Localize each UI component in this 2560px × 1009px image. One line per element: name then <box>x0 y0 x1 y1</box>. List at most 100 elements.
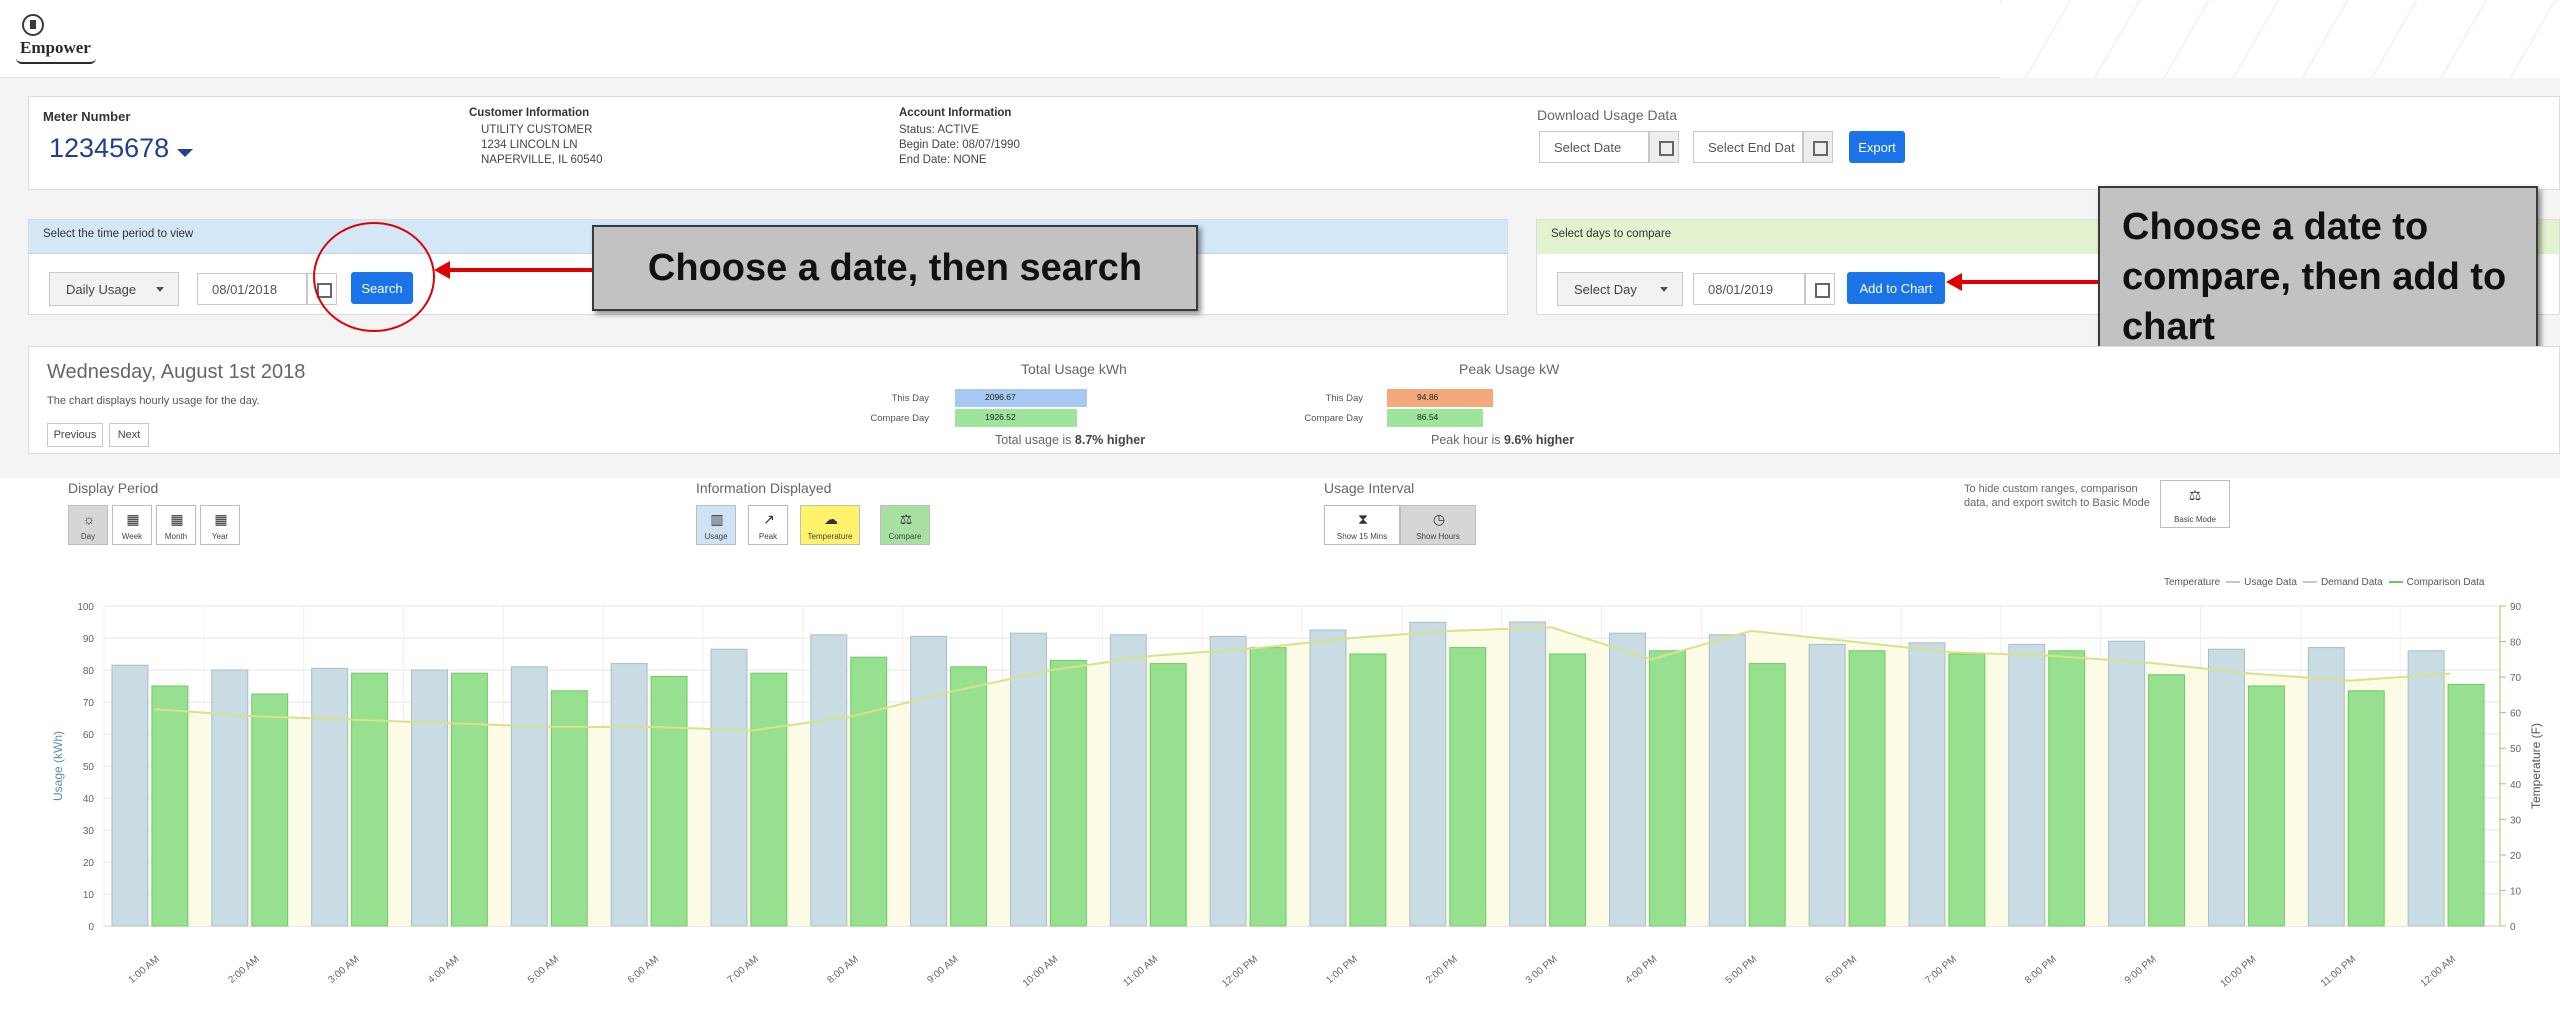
info-temperature-button[interactable]: ☁ Temperature <box>800 505 860 545</box>
period-day-label: Day <box>80 532 96 541</box>
display-period-title: Display Period <box>68 480 159 496</box>
period-day-button[interactable]: ☼ Day <box>68 505 108 545</box>
info-peak-button[interactable]: ↗ Peak <box>748 505 788 545</box>
total-this-day-value: 2096.67 <box>985 392 1016 402</box>
legend-usage: Usage Data <box>2244 577 2297 588</box>
meter-selector[interactable]: 12345678 <box>49 133 194 164</box>
account-end-date: End Date: NONE <box>899 154 987 166</box>
download-start-date-input[interactable]: Select Date <box>1539 131 1649 163</box>
information-displayed-title: Information Displayed <box>696 480 832 496</box>
summary-panel: Wednesday, August 1st 2018 The chart dis… <box>28 346 2560 454</box>
x-tick-label: 7:00 AM <box>726 954 761 986</box>
hourglass-icon: ⧗ <box>1358 511 1368 527</box>
total-note-prefix: Total usage is <box>995 433 1075 447</box>
total-usage-title: Total Usage kWh <box>1021 361 1127 377</box>
legend-demand: Demand Data <box>2320 577 2383 588</box>
x-tick-label: 5:00 AM <box>526 954 561 986</box>
calendar-icon[interactable] <box>1649 131 1679 163</box>
account-begin-date: Begin Date: 08/07/1990 <box>899 139 1020 151</box>
total-usage-note: Total usage is 8.7% higher <box>995 433 1145 447</box>
comparison-bar <box>251 693 289 927</box>
peak-this-day-label: This Day <box>1325 393 1363 404</box>
usage-bar <box>2407 650 2445 927</box>
comparison-bar <box>1449 647 1487 927</box>
calendar-month-icon: ▦ <box>170 511 184 527</box>
previous-button[interactable]: Previous <box>47 423 103 447</box>
y2-tick-label: 20 <box>2510 851 2522 862</box>
usage-bar <box>1409 621 1447 927</box>
comparison-bar <box>850 656 888 927</box>
search-callout: Choose a date, then search <box>592 225 1198 311</box>
interval-15min-label: Show 15 Mins <box>1336 532 1388 541</box>
period-year-button[interactable]: ▦ Year <box>200 505 240 545</box>
comparison-bar <box>1648 650 1686 927</box>
caret-down-icon <box>177 148 194 157</box>
search-highlight-circle <box>313 222 435 332</box>
line-chart-icon: ↗ <box>763 511 775 527</box>
period-month-button[interactable]: ▦ Month <box>156 505 196 545</box>
legend-usage-swatch <box>2226 581 2241 584</box>
period-week-button[interactable]: ▦ Week <box>112 505 152 545</box>
compare-date-input[interactable]: 08/01/2019 <box>1693 273 1805 305</box>
comparison-bar <box>1349 653 1387 927</box>
legend-compare-swatch <box>2388 581 2403 584</box>
info-compare-button[interactable]: ⚖ Compare <box>880 505 930 545</box>
logo-swoosh <box>16 58 96 64</box>
usage-chart: 0 10 20 30 40 50 60 70 80 90 100 0 10 20 30 40 50 60 70 80 9… <box>51 602 2543 990</box>
usage-interval-title: Usage Interval <box>1324 480 1415 496</box>
logo-mark-icon <box>22 14 44 36</box>
info-usage-button[interactable]: ▥ Usage <box>696 505 736 545</box>
calendar-week-icon: ▦ <box>126 511 140 527</box>
scale-icon: ⚖ <box>2188 487 2202 503</box>
usage-bar <box>2108 640 2146 927</box>
y-tick-label: 70 <box>83 698 95 709</box>
peak-compare-day-label: Compare Day <box>1304 413 1363 424</box>
calendar-icon[interactable] <box>1805 273 1835 305</box>
comparison-bar <box>2247 685 2285 927</box>
period-week-label: Week <box>121 532 143 541</box>
basic-mode-button[interactable]: ⚖ Basic Mode <box>2160 480 2230 528</box>
legend-temperature: Temperature <box>2164 577 2221 588</box>
selected-date-title: Wednesday, August 1st 2018 <box>47 361 306 383</box>
chart-description: The chart displays hourly usage for the … <box>47 395 260 407</box>
account-info: Status: ACTIVE Begin Date: 08/07/1990 En… <box>899 123 1020 168</box>
usage-bar <box>510 666 548 927</box>
x-tick-label: 4:00 PM <box>1624 954 1660 986</box>
usage-bar <box>1708 634 1746 927</box>
comparison-bar <box>1948 653 1986 927</box>
comparison-bar <box>650 675 688 927</box>
interval-hours-button[interactable]: ◷ Show Hours <box>1400 505 1476 545</box>
x-tick-label: 1:00 PM <box>1324 954 1360 986</box>
interval-15min-button[interactable]: ⧗ Show 15 Mins <box>1324 505 1400 545</box>
add-to-chart-button[interactable]: Add to Chart <box>1847 272 1945 304</box>
calendar-icon[interactable] <box>1803 131 1833 163</box>
bar-chart-icon: ▥ <box>710 511 724 527</box>
clock-icon: ◷ <box>1432 511 1446 527</box>
usage-bar <box>2207 648 2245 927</box>
y-tick-label: 50 <box>83 762 95 773</box>
total-compare-day-label: Compare Day <box>870 413 929 424</box>
y2-tick-label: 60 <box>2510 709 2522 720</box>
empower-logo[interactable]: Empower <box>16 14 102 66</box>
period-type-select[interactable]: Daily Usage <box>49 272 179 306</box>
next-button[interactable]: Next <box>109 423 149 447</box>
comparison-bar <box>1249 647 1287 927</box>
peak-compare-day-bar: 86.54 <box>1387 409 1483 427</box>
usage-bar <box>710 648 748 927</box>
top-bar: Empower <box>0 0 2560 78</box>
customer-info-label: Customer Information <box>469 107 590 119</box>
period-date-input[interactable]: 08/01/2018 <box>197 273 307 305</box>
x-tick-label: 11:00 PM <box>2319 954 2358 989</box>
x-tick-label: 1:00 AM <box>127 954 162 986</box>
export-button[interactable]: Export <box>1849 131 1905 163</box>
chart-legend: Temperature Usage Data Demand Data Comparis… <box>2164 577 2484 588</box>
download-end-date-input[interactable]: Select End Dat <box>1693 131 1803 163</box>
compare-day-select[interactable]: Select Day <box>1557 272 1683 306</box>
interval-hours-label: Show Hours <box>1416 532 1460 541</box>
download-label: Download Usage Data <box>1537 107 1678 123</box>
info-temperature-label: Temperature <box>807 532 853 541</box>
x-tick-label: 8:00 AM <box>825 954 860 986</box>
usage-bar <box>810 634 848 927</box>
x-tick-label: 10:00 PM <box>2218 954 2258 990</box>
y-tick-label: 0 <box>88 922 94 933</box>
